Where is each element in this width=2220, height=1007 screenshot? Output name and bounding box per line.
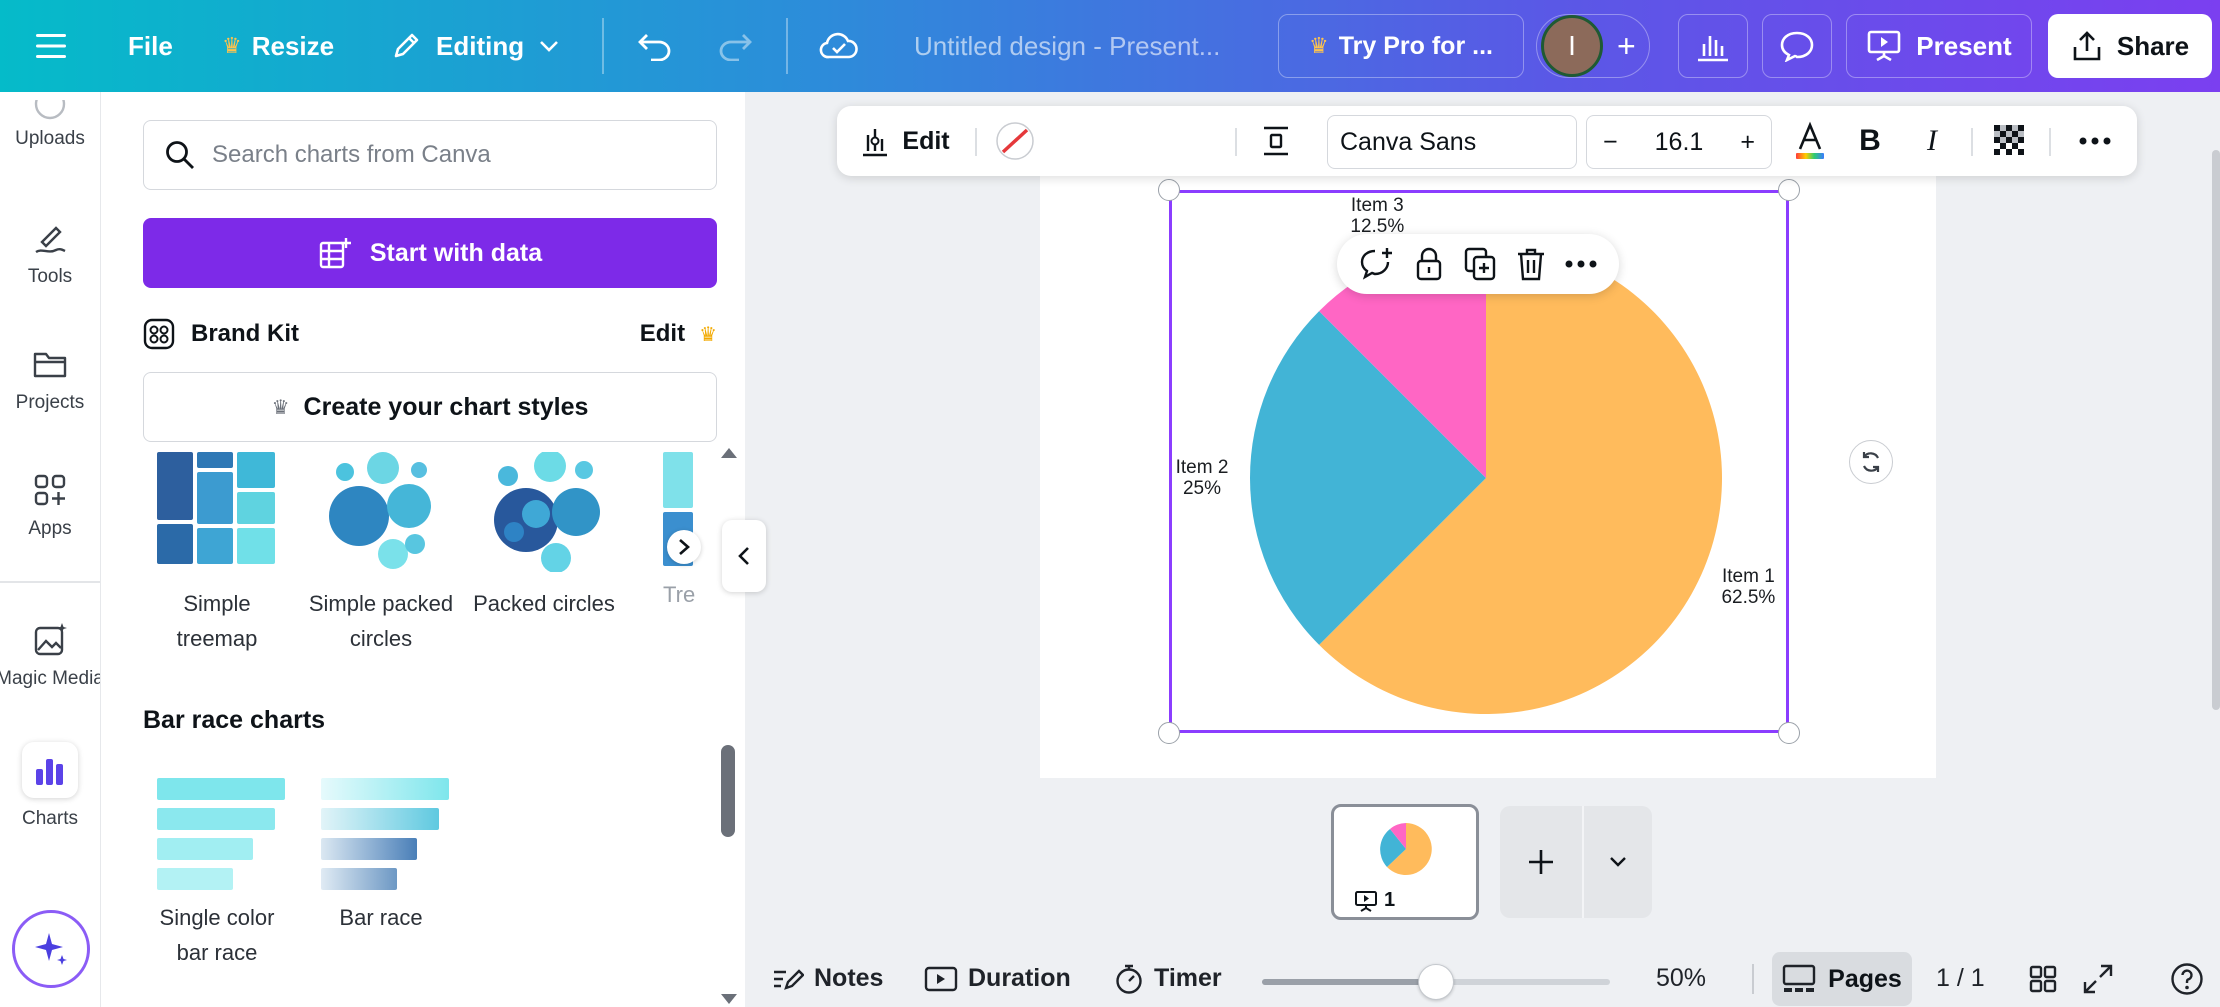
notes-button[interactable]: Notes xyxy=(772,950,883,1007)
edit-chart-button[interactable]: Edit xyxy=(855,106,955,176)
pages-button[interactable]: Pages xyxy=(1772,952,1912,1006)
notes-icon xyxy=(772,966,804,992)
duplicate-icon[interactable] xyxy=(1463,246,1497,282)
more-options-icon[interactable] xyxy=(1564,259,1598,269)
add-comment-icon[interactable] xyxy=(1358,246,1396,282)
timer-button[interactable]: Timer xyxy=(1114,950,1222,1007)
add-page-button[interactable] xyxy=(1500,806,1582,918)
help-icon[interactable] xyxy=(2170,950,2204,1007)
trash-icon[interactable] xyxy=(1515,246,1547,282)
zoom-slider-knob[interactable] xyxy=(1418,964,1454,1000)
resize-handle-top-right[interactable] xyxy=(1778,179,1800,201)
add-page-group xyxy=(1500,806,1652,918)
grid-view-icon[interactable] xyxy=(2028,950,2058,1007)
font-size-stepper[interactable]: − 16.1 + xyxy=(1586,115,1772,169)
duration-button[interactable]: Duration xyxy=(924,950,1071,1007)
resize-handle-bottom-right[interactable] xyxy=(1778,722,1800,744)
lock-icon[interactable] xyxy=(1413,246,1445,282)
more-toolbar-icon[interactable] xyxy=(2067,106,2123,176)
fullscreen-icon[interactable] xyxy=(2082,950,2114,1007)
no-color-swatch[interactable] xyxy=(993,106,1037,176)
zoom-percentage[interactable]: 50% xyxy=(1656,950,1706,1007)
page-number-badge: 1 xyxy=(1354,889,1395,912)
zoom-slider-fill xyxy=(1262,979,1436,985)
font-family-select[interactable]: Canva Sans xyxy=(1327,115,1577,169)
text-color-button[interactable] xyxy=(1787,106,1833,176)
increase-font-size-button[interactable]: + xyxy=(1740,128,1755,157)
chart-settings-icon xyxy=(860,125,890,157)
italic-button[interactable]: I xyxy=(1909,106,1955,176)
rotate-icon[interactable] xyxy=(1849,440,1893,484)
chevron-down-icon xyxy=(1608,855,1628,869)
bold-button[interactable]: B xyxy=(1847,106,1893,176)
resize-handle-bottom-left[interactable] xyxy=(1158,722,1180,744)
duration-icon xyxy=(924,966,958,992)
page-counter[interactable]: 1 / 1 xyxy=(1936,950,1985,1007)
page-thumbnail[interactable]: 1 xyxy=(1331,804,1479,920)
stopwatch-icon xyxy=(1114,963,1144,995)
resize-handle-top-left[interactable] xyxy=(1158,179,1180,201)
element-quick-actions xyxy=(1337,234,1619,294)
canvas-scrollbar[interactable] xyxy=(2212,150,2220,710)
pages-icon xyxy=(1782,964,1816,994)
transparency-icon[interactable] xyxy=(1987,106,2033,176)
present-icon xyxy=(1354,890,1378,912)
plus-icon xyxy=(1526,847,1556,877)
font-size-value[interactable]: 16.1 xyxy=(1655,128,1704,157)
decrease-font-size-button[interactable]: − xyxy=(1603,128,1618,157)
collapse-panel-button[interactable] xyxy=(722,520,766,592)
add-page-options-button[interactable] xyxy=(1584,806,1652,918)
spacing-icon[interactable] xyxy=(1251,106,1301,176)
